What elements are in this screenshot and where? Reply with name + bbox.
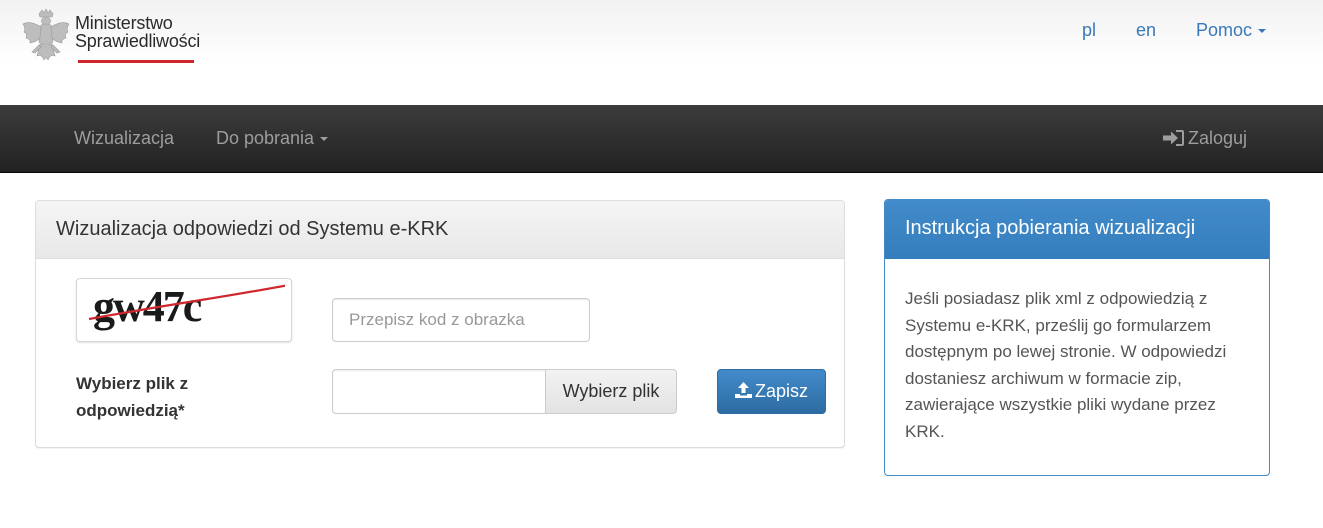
instructions-panel: Instrukcja pobierania wizualizacji Jeśli… xyxy=(884,199,1270,476)
file-picker: Wybierz plik xyxy=(332,369,677,414)
eagle-emblem-icon xyxy=(22,8,70,61)
help-label: Pomoc xyxy=(1196,20,1253,40)
captcha-input[interactable] xyxy=(332,298,590,342)
instructions-panel-heading: Instrukcja pobierania wizualizacji xyxy=(885,200,1269,259)
nav-downloads-dropdown[interactable]: Do pobrania xyxy=(216,128,329,149)
top-header: Ministerstwo Sprawiedliwości pl en Pomoc xyxy=(0,0,1323,105)
form-panel-title: Wizualizacja odpowiedzi od Systemu e-KRK xyxy=(56,218,449,240)
nav-visualization[interactable]: Wizualizacja xyxy=(74,128,174,149)
file-field-label: Wybierz plik z odpowiedzią* xyxy=(76,374,189,420)
logo-underline xyxy=(78,60,194,63)
visualization-form-panel: Wizualizacja odpowiedzi od Systemu e-KRK… xyxy=(35,200,845,448)
instructions-panel-title: Instrukcja pobierania wizualizacji xyxy=(905,217,1196,239)
nav-downloads-label: Do pobrania xyxy=(216,128,315,148)
file-name-field[interactable] xyxy=(332,369,546,414)
logo-justice-text: Sprawiedliwości xyxy=(75,31,201,51)
save-label: Zapisz xyxy=(754,381,808,401)
language-pl-link[interactable]: pl xyxy=(1082,20,1096,41)
caret-down-icon xyxy=(320,137,329,142)
upload-icon xyxy=(734,382,752,398)
choose-file-button[interactable]: Wybierz plik xyxy=(545,369,677,414)
caret-down-icon xyxy=(1258,29,1267,34)
language-en-link[interactable]: en xyxy=(1136,20,1156,41)
captcha-noise-line xyxy=(88,284,285,321)
login-label: Zaloguj xyxy=(1188,128,1248,148)
form-panel-heading: Wizualizacja odpowiedzi od Systemu e-KRK xyxy=(36,201,844,259)
sign-in-icon xyxy=(1163,130,1184,146)
instructions-text: Jeśli posiadasz plik xml z odpowiedzią z… xyxy=(905,289,1227,441)
captcha-image: gw47c xyxy=(76,278,292,342)
nav-login[interactable]: Zaloguj xyxy=(1163,128,1247,149)
main-navbar: Wizualizacja Do pobrania Zaloguj xyxy=(0,105,1323,173)
ministry-logo[interactable]: Ministerstwo Sprawiedliwości xyxy=(20,8,200,70)
save-button[interactable]: Zapisz xyxy=(717,369,826,414)
help-dropdown[interactable]: Pomoc xyxy=(1196,20,1267,41)
